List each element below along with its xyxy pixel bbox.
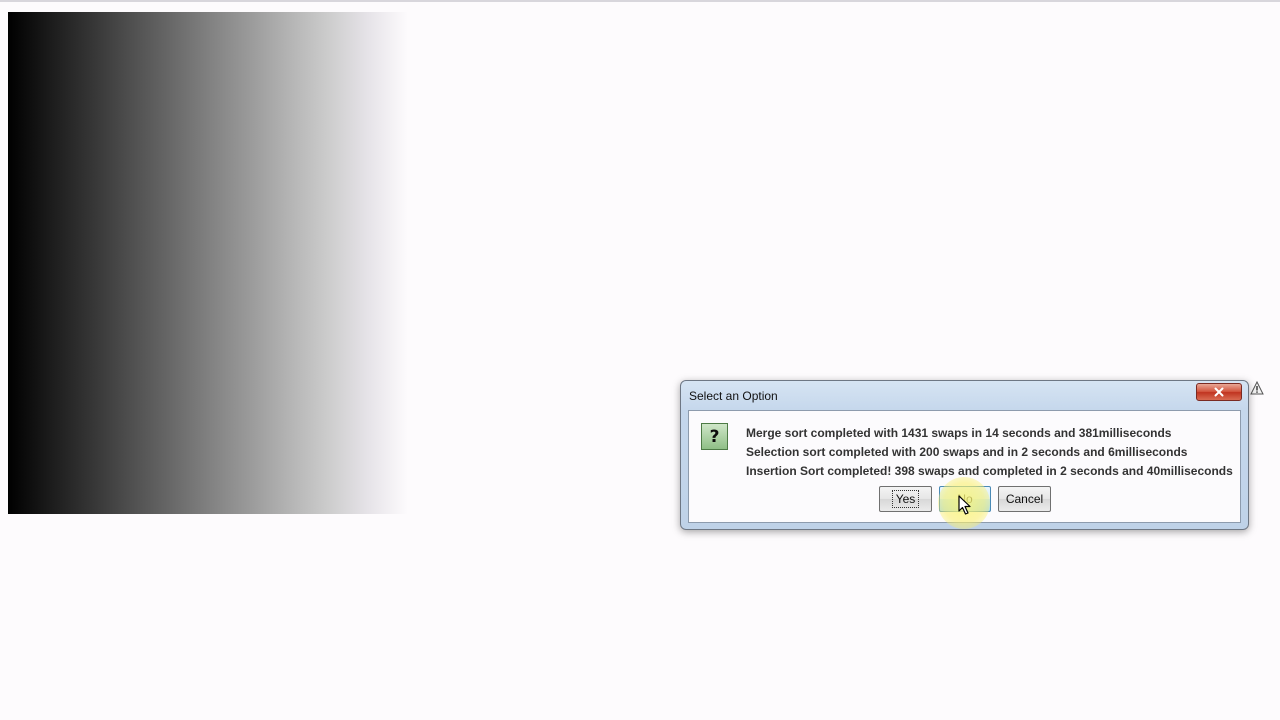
grayscale-gradient-canvas xyxy=(8,12,408,514)
close-button[interactable] xyxy=(1196,383,1242,401)
yes-button[interactable]: Yes xyxy=(879,486,932,512)
window-top-edge xyxy=(0,0,1280,2)
question-icon: ? xyxy=(701,423,728,450)
desktop: Select an Option ? Merge sort completed … xyxy=(0,0,1280,720)
message-insertion-sort: Insertion Sort completed! 398 swaps and … xyxy=(746,464,1233,478)
dialog-title: Select an Option xyxy=(689,389,778,403)
close-icon xyxy=(1214,387,1224,397)
message-list: Merge sort completed with 1431 swaps in … xyxy=(746,424,1233,481)
option-dialog: Select an Option ? Merge sort completed … xyxy=(680,380,1249,530)
cancel-button[interactable]: Cancel xyxy=(998,486,1051,512)
message-merge-sort: Merge sort completed with 1431 swaps in … xyxy=(746,426,1172,440)
dialog-button-row: Yes No Cancel xyxy=(689,486,1240,512)
message-selection-sort: Selection sort completed with 200 swaps … xyxy=(746,445,1188,459)
question-glyph: ? xyxy=(709,426,720,447)
cancel-button-label: Cancel xyxy=(1005,492,1044,506)
dialog-content: ? Merge sort completed with 1431 swaps i… xyxy=(688,410,1241,523)
no-button[interactable]: No xyxy=(939,486,991,512)
no-button-label: No xyxy=(957,492,973,506)
yes-button-label: Yes xyxy=(891,490,920,508)
